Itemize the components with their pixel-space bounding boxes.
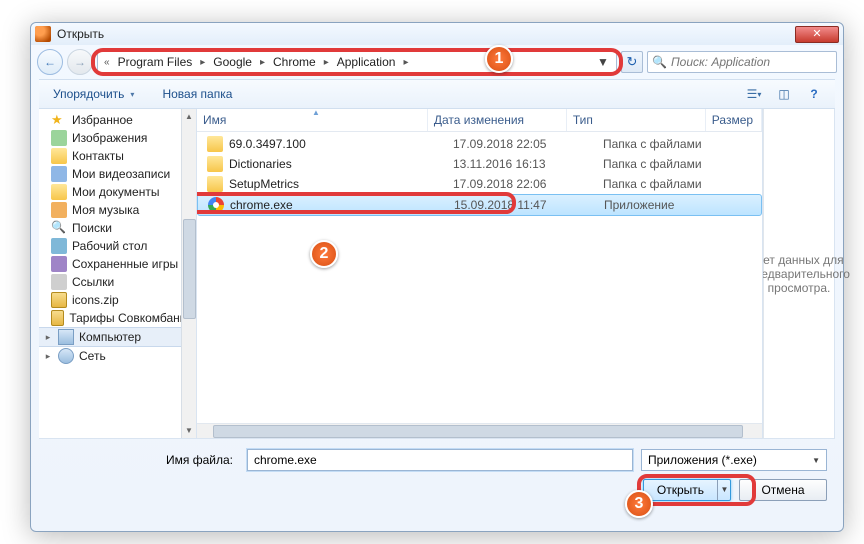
file-icon <box>207 156 223 172</box>
new-folder-button[interactable]: Новая папка <box>156 83 238 105</box>
titlebar: Открыть ✕ <box>31 23 843 45</box>
sidebar-item[interactable]: Моя музыка <box>39 201 196 219</box>
preview-message: Нет данных для предварительного просмотр… <box>748 253 850 295</box>
window-title: Открыть <box>57 27 104 41</box>
toolbar: Упорядочить Новая папка ☰ ▾ ◫ ? <box>39 79 835 109</box>
file-row[interactable]: SetupMetrics17.09.2018 22:06Папка с файл… <box>197 174 762 194</box>
annotation-badge-3: 3 <box>625 490 653 518</box>
open-button[interactable]: Открыть▼ <box>643 479 731 501</box>
preview-pane-button[interactable]: ◫ <box>771 83 797 105</box>
col-size[interactable]: Размер <box>706 109 762 131</box>
nav-icon <box>58 348 74 364</box>
nav-icon <box>51 274 67 290</box>
search-input[interactable] <box>671 55 832 69</box>
preview-pane: Нет данных для предварительного просмотр… <box>763 109 835 439</box>
scroll-down-icon[interactable]: ▼ <box>182 423 196 438</box>
close-button[interactable]: ✕ <box>795 26 839 43</box>
nav-icon <box>51 202 67 218</box>
cancel-button[interactable]: Отмена <box>739 479 827 501</box>
breadcrumb-seg[interactable]: Application <box>333 53 400 71</box>
nav-icon <box>51 130 67 146</box>
organize-button[interactable]: Упорядочить <box>47 83 140 105</box>
annotation-badge-1: 1 <box>485 45 513 73</box>
file-icon <box>207 136 223 152</box>
nav-icon <box>51 184 67 200</box>
scroll-thumb[interactable] <box>183 219 196 319</box>
filename-label: Имя файла: <box>159 453 239 467</box>
scroll-up-icon[interactable]: ▲ <box>182 109 196 124</box>
nav-icon <box>51 112 67 128</box>
view-mode-button[interactable]: ☰ ▾ <box>741 83 767 105</box>
breadcrumb-seg[interactable]: Google <box>209 53 256 71</box>
nav-icon <box>51 220 67 236</box>
open-dialog: Открыть ✕ ← → « Program Files▸ Google▸ C… <box>30 22 844 532</box>
sidebar-item[interactable]: ▸Сеть <box>39 347 196 365</box>
breadcrumb-seg[interactable]: Program Files <box>114 53 197 71</box>
nav-icon <box>51 166 67 182</box>
open-dropdown[interactable]: ▼ <box>717 480 731 500</box>
file-list[interactable]: ▲Имя Дата изменения Тип Размер 69.0.3497… <box>197 109 763 439</box>
breadcrumb-bar[interactable]: « Program Files▸ Google▸ Chrome▸ Applica… <box>97 50 617 74</box>
col-date[interactable]: Дата изменения <box>428 109 567 131</box>
sidebar-item[interactable]: Мои видеозаписи <box>39 165 196 183</box>
breadcrumb-dropdown[interactable]: ▼ <box>594 55 612 69</box>
nav-back-button[interactable]: ← <box>37 49 63 75</box>
chevron-left-icon: « <box>102 57 112 68</box>
sidebar-item[interactable]: Рабочий стол <box>39 237 196 255</box>
refresh-button[interactable]: ↻ <box>621 51 643 73</box>
nav-forward-button[interactable]: → <box>67 49 93 75</box>
sidebar-item[interactable]: Избранное <box>39 111 196 129</box>
sidebar-item[interactable]: ▸Компьютер <box>39 327 196 347</box>
nav-icon <box>51 310 64 326</box>
col-name[interactable]: ▲Имя <box>197 109 428 131</box>
search-box[interactable]: 🔍 <box>647 51 837 73</box>
breadcrumb-seg[interactable]: Chrome <box>269 53 320 71</box>
nav-icon <box>51 238 67 254</box>
file-type-filter[interactable]: Приложения (*.exe) <box>641 449 827 471</box>
nav-scrollbar[interactable]: ▲ ▼ <box>181 109 196 438</box>
search-icon: 🔍 <box>652 55 667 69</box>
address-bar-row: ← → « Program Files▸ Google▸ Chrome▸ App… <box>31 45 843 79</box>
annotation-badge-2: 2 <box>310 240 338 268</box>
nav-pane[interactable]: ИзбранноеИзображенияКонтактыМои видеозап… <box>39 109 197 439</box>
file-icon <box>207 176 223 192</box>
h-scrollbar[interactable] <box>197 423 762 438</box>
file-row[interactable]: Dictionaries13.11.2016 16:13Папка с файл… <box>197 154 762 174</box>
sidebar-item[interactable]: Контакты <box>39 147 196 165</box>
file-icon <box>208 197 224 213</box>
filename-input[interactable] <box>247 449 633 471</box>
sidebar-item[interactable]: Изображения <box>39 129 196 147</box>
file-row[interactable]: chrome.exe15.09.2018 11:47Приложение <box>197 194 762 216</box>
sidebar-item[interactable]: Мои документы <box>39 183 196 201</box>
nav-icon <box>51 256 67 272</box>
nav-icon <box>58 329 74 345</box>
sidebar-item[interactable]: Тарифы Совкомбанка <box>39 309 196 327</box>
nav-icon <box>51 148 67 164</box>
sidebar-item[interactable]: Поиски <box>39 219 196 237</box>
help-button[interactable]: ? <box>801 83 827 105</box>
app-icon <box>35 26 51 42</box>
file-row[interactable]: 69.0.3497.10017.09.2018 22:05Папка с фай… <box>197 134 762 154</box>
col-type[interactable]: Тип <box>567 109 706 131</box>
nav-icon <box>51 292 67 308</box>
h-scroll-thumb[interactable] <box>213 425 743 438</box>
sidebar-item[interactable]: Сохраненные игры <box>39 255 196 273</box>
sidebar-item[interactable]: Ссылки <box>39 273 196 291</box>
sidebar-item[interactable]: icons.zip <box>39 291 196 309</box>
